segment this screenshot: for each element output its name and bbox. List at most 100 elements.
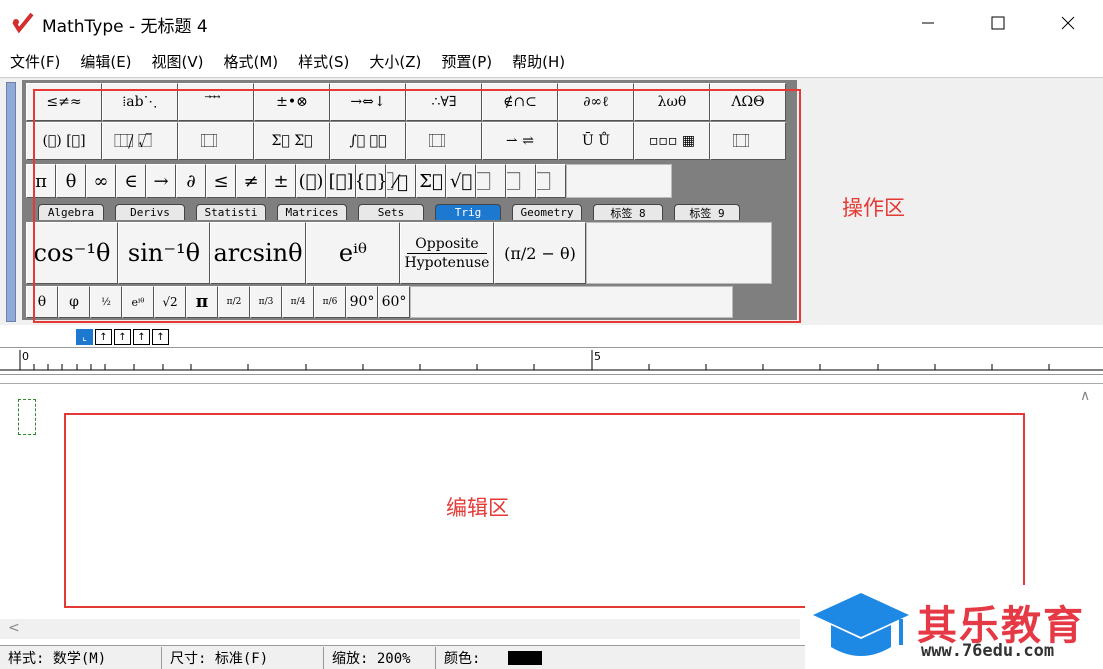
- symbol-neq[interactable]: ≠: [236, 164, 266, 198]
- symbol-pi-over-4[interactable]: π/4: [282, 286, 314, 318]
- template-opposite-hypotenuse[interactable]: Opposite Hypotenuse: [400, 222, 494, 284]
- menu-help[interactable]: 帮助(H): [512, 51, 565, 72]
- template-euler[interactable]: eⁱᶿ: [306, 222, 400, 284]
- tab-trig[interactable]: Trig: [435, 204, 501, 220]
- minimize-button[interactable]: [905, 6, 951, 40]
- horizontal-scrollbar[interactable]: [0, 619, 800, 639]
- symbol-leq[interactable]: ≤: [206, 164, 236, 198]
- arrows-palette-button[interactable]: →⇔↓: [330, 83, 406, 121]
- template-braces[interactable]: {⃞}: [356, 164, 386, 198]
- watermark: 其乐教育 www.76edu.com: [805, 585, 1103, 669]
- symbol-sqrt2[interactable]: √2: [154, 286, 186, 318]
- status-style[interactable]: 样式: 数学(M): [0, 646, 162, 669]
- template-subscript[interactable]: ⃞: [506, 164, 536, 198]
- boxes-palette-button[interactable]: ⃞ ⃞: [710, 122, 786, 160]
- menu-file[interactable]: 文件(F): [10, 51, 60, 72]
- menu-style[interactable]: 样式(S): [298, 51, 349, 72]
- template-pi-half-minus-theta[interactable]: (π/2 − θ): [494, 222, 586, 284]
- operators-palette-button[interactable]: ±•⊗: [254, 83, 330, 121]
- relations-palette-button[interactable]: ≤≠≈: [26, 83, 102, 121]
- fraction-radical-palette-button[interactable]: ⃞/⃞ √⃞: [102, 122, 178, 160]
- symbol-pi-over-6[interactable]: π/6: [314, 286, 346, 318]
- tab-label-8[interactable]: 标签 8: [593, 204, 663, 220]
- symbol-element-of[interactable]: ∈: [116, 164, 146, 198]
- embellishments-palette-button[interactable]: ⃗ ⃗ ⃗: [178, 83, 254, 121]
- align-right-button[interactable]: ↑: [114, 329, 131, 345]
- status-color-label: 颜色:: [444, 650, 481, 667]
- logic-palette-button[interactable]: ∴∀∃: [406, 83, 482, 121]
- summation-palette-button[interactable]: Σ⃞ Σ⃞: [254, 122, 330, 160]
- maximize-button[interactable]: [975, 6, 1021, 40]
- symbol-theta-small[interactable]: θ: [26, 286, 58, 318]
- integrals-palette-button[interactable]: ∫⃞ ∮⃞: [330, 122, 406, 160]
- tab-matrices[interactable]: Matrices: [277, 204, 347, 220]
- products-palette-button[interactable]: Ū Ů: [558, 122, 634, 160]
- tab-sets[interactable]: Sets: [358, 204, 424, 220]
- greek-lower-palette-button[interactable]: λωθ: [634, 83, 710, 121]
- toolbar-drag-handle[interactable]: [6, 82, 16, 322]
- symbol-60-degrees[interactable]: 60°: [378, 286, 410, 318]
- template-superscript[interactable]: ⃞: [476, 164, 506, 198]
- labeled-arrows-palette-button[interactable]: ⇀ ⇌: [482, 122, 558, 160]
- template-summation[interactable]: Σ⃞: [416, 164, 446, 198]
- menu-preferences[interactable]: 预置(P): [441, 51, 492, 72]
- align-decimal-button[interactable]: ↑: [133, 329, 150, 345]
- tab-statistics[interactable]: Statisti: [196, 204, 266, 220]
- greek-upper-palette-button[interactable]: ΛΩΘ: [710, 83, 786, 121]
- tab-algebra[interactable]: Algebra: [38, 204, 104, 220]
- template-arcsin[interactable]: arcsinθ: [210, 222, 306, 284]
- insertion-slot[interactable]: [18, 399, 36, 435]
- symbol-right-arrow[interactable]: →: [146, 164, 176, 198]
- align-relation-button[interactable]: ↑: [152, 329, 169, 345]
- tab-geometry[interactable]: Geometry: [512, 204, 582, 220]
- template-arccos[interactable]: cos⁻¹θ: [26, 222, 118, 284]
- template-brackets[interactable]: [⃞]: [326, 164, 356, 198]
- scroll-up-icon[interactable]: ∧: [1080, 388, 1090, 404]
- ruler-mark-0: 0: [22, 350, 29, 363]
- symbol-phi[interactable]: φ: [58, 286, 90, 318]
- menu-format[interactable]: 格式(M): [224, 51, 279, 72]
- symbol-plus-minus[interactable]: ±: [266, 164, 296, 198]
- align-left-button[interactable]: ⌞: [76, 329, 93, 345]
- opposite-text: Opposite: [415, 235, 479, 252]
- symbol-theta[interactable]: θ: [56, 164, 86, 198]
- scripts-palette-button[interactable]: ⃞ ⃞: [178, 122, 254, 160]
- template-row-1: ≤≠≈ ⁞ab⋱ ⃗ ⃗ ⃗ ±•⊗ →⇔↓ ∴∀∃ ∉∩⊂ ∂∞ℓ λωθ Λ…: [26, 83, 786, 121]
- symbol-euler-small[interactable]: eⁱᶿ: [122, 286, 154, 318]
- template-subsuperscript[interactable]: ⃞: [536, 164, 566, 198]
- symbol-pi[interactable]: π: [26, 164, 56, 198]
- tab-derivs[interactable]: Derivs: [115, 204, 185, 220]
- template-parentheses[interactable]: (⃞): [296, 164, 326, 198]
- mathtype-window: MathType - 无标题 4 文件(F) 编辑(E) 视图(V) 格式(M)…: [0, 0, 1103, 669]
- misc-symbols-palette-button[interactable]: ∂∞ℓ: [558, 83, 634, 121]
- symbol-pi-over-3[interactable]: π/3: [250, 286, 282, 318]
- symbol-infinity[interactable]: ∞: [86, 164, 116, 198]
- align-center-button[interactable]: ↑: [95, 329, 112, 345]
- status-color[interactable]: 颜色:: [436, 647, 636, 669]
- symbol-half[interactable]: ½: [90, 286, 122, 318]
- edit-area-label: 编辑区: [446, 496, 509, 520]
- ruler[interactable]: 0 5: [0, 347, 1103, 375]
- scroll-left-icon[interactable]: <: [8, 620, 20, 636]
- close-button[interactable]: [1045, 6, 1091, 40]
- symbol-90-degrees[interactable]: 90°: [346, 286, 378, 318]
- menu-view[interactable]: 视图(V): [152, 51, 204, 72]
- template-fraction[interactable]: ⃞⁄⃞: [386, 164, 416, 198]
- palette-tabs: Algebra Derivs Statisti Matrices Sets Tr…: [38, 204, 751, 220]
- menu-size[interactable]: 大小(Z): [369, 51, 421, 72]
- watermark-url: www.76edu.com: [921, 641, 1055, 661]
- status-size[interactable]: 尺寸: 标准(F): [162, 646, 324, 669]
- menu-edit[interactable]: 编辑(E): [80, 51, 131, 72]
- status-zoom[interactable]: 缩放: 200%: [324, 646, 436, 669]
- tab-label-9[interactable]: 标签 9: [674, 204, 740, 220]
- symbol-partial[interactable]: ∂: [176, 164, 206, 198]
- symbol-pi-bold[interactable]: π: [186, 286, 218, 318]
- template-sqrt[interactable]: √⃞: [446, 164, 476, 198]
- symbol-pi-over-2[interactable]: π/2: [218, 286, 250, 318]
- matrices-palette-button[interactable]: ▫▫▫ ▦: [634, 122, 710, 160]
- template-arcsin-power[interactable]: sin⁻¹θ: [118, 222, 210, 284]
- set-theory-palette-button[interactable]: ∉∩⊂: [482, 83, 558, 121]
- fences-palette-button[interactable]: (⃞) [⃞]: [26, 122, 102, 160]
- bars-palette-button[interactable]: ⃞ ⃞: [406, 122, 482, 160]
- spaces-ellipses-palette-button[interactable]: ⁞ab⋱: [102, 83, 178, 121]
